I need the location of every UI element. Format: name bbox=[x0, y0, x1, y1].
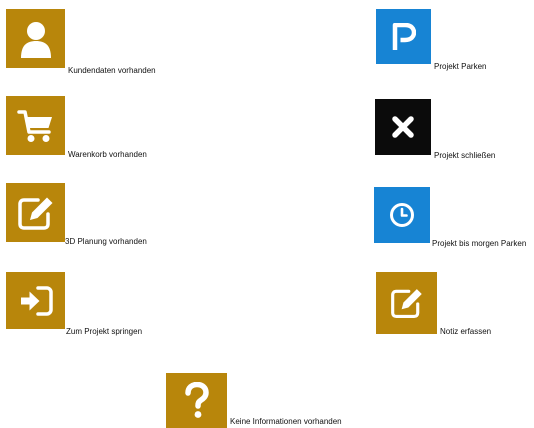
no-information-label: Keine Informationen vorhanden bbox=[230, 417, 342, 426]
note-edit-icon bbox=[390, 289, 422, 318]
3d-planning-label: 3D Planung vorhanden bbox=[65, 237, 147, 246]
add-note-tile[interactable] bbox=[376, 272, 437, 334]
shopping-cart-icon bbox=[16, 109, 52, 142]
add-note-label: Notiz erfassen bbox=[440, 327, 492, 336]
edit-icon bbox=[17, 197, 52, 230]
close-project-tile[interactable] bbox=[375, 99, 431, 155]
park-until-tomorrow-label: Projekt bis morgen Parken bbox=[432, 239, 527, 248]
park-project-label: Projekt Parken bbox=[434, 62, 487, 71]
close-project-label: Projekt schließen bbox=[434, 151, 496, 160]
no-information-tile[interactable] bbox=[166, 373, 227, 428]
clock-icon bbox=[390, 203, 414, 227]
jump-to-project-tile[interactable] bbox=[6, 272, 65, 329]
parking-icon bbox=[392, 22, 416, 50]
jump-to-project-label: Zum Projekt springen bbox=[66, 327, 143, 336]
cart-tile[interactable] bbox=[6, 96, 65, 155]
user-icon bbox=[20, 21, 51, 58]
customer-data-tile[interactable] bbox=[6, 9, 65, 68]
park-until-tomorrow-tile[interactable] bbox=[374, 187, 430, 243]
3d-planning-tile[interactable] bbox=[6, 183, 65, 242]
close-icon bbox=[392, 116, 414, 138]
sign-in-icon bbox=[20, 285, 53, 316]
park-project-tile[interactable] bbox=[376, 9, 431, 64]
cart-label: Warenkorb vorhanden bbox=[68, 150, 147, 159]
customer-data-label: Kundendaten vorhanden bbox=[68, 66, 156, 75]
question-icon bbox=[184, 381, 209, 418]
